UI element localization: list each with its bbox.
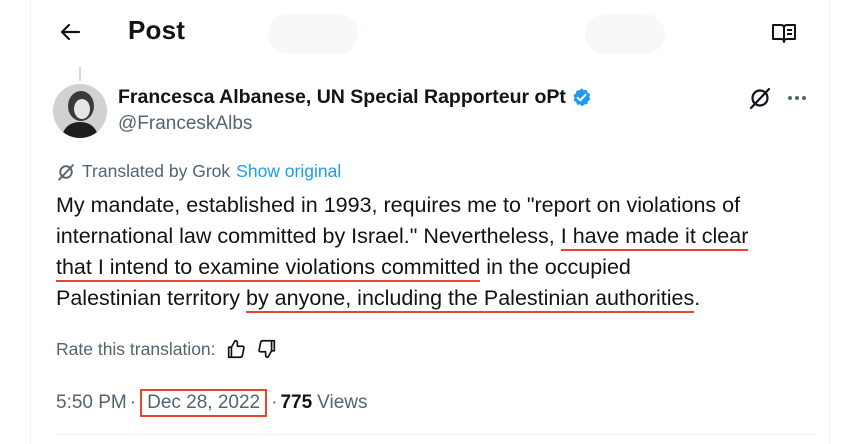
thumbs-up-icon bbox=[227, 339, 245, 359]
grok-icon bbox=[56, 162, 76, 182]
post-meta: 5:50 PM · Dec 28, 2022 · 775 Views bbox=[56, 389, 368, 417]
highlighted-text: that I intend to examine violations comm… bbox=[56, 255, 481, 282]
grok-button[interactable] bbox=[746, 84, 774, 112]
more-dots-icon bbox=[788, 96, 806, 100]
back-button[interactable] bbox=[54, 16, 86, 48]
verified-badge-icon bbox=[571, 87, 592, 108]
show-original-link[interactable]: Show original bbox=[236, 161, 341, 182]
post-time[interactable]: 5:50 PM bbox=[56, 392, 127, 414]
post-line: Palestinian territory by anyone, includi… bbox=[56, 283, 826, 314]
highlighted-text: I have made it clear bbox=[560, 224, 749, 251]
translation-notice: Translated by Grok Show original bbox=[56, 161, 341, 182]
right-border bbox=[829, 0, 830, 444]
post-body: My mandate, established in 1993, require… bbox=[56, 190, 826, 314]
views-count: 775 bbox=[280, 392, 313, 413]
back-arrow-icon bbox=[60, 23, 81, 41]
page-title: Post bbox=[128, 15, 186, 45]
thumbs-down-icon bbox=[257, 339, 275, 359]
post-date[interactable]: Dec 28, 2022 bbox=[140, 389, 268, 417]
separator-dot: · bbox=[271, 392, 278, 413]
reader-mode-button[interactable] bbox=[768, 18, 800, 48]
rate-translation: Rate this translation: bbox=[56, 338, 278, 360]
more-options-button[interactable] bbox=[783, 84, 811, 112]
avatar[interactable] bbox=[53, 84, 107, 138]
author-name-text: Francesca Albanese, UN Special Rapporteu… bbox=[118, 86, 566, 108]
post-line: that I intend to examine violations comm… bbox=[56, 252, 826, 283]
rate-translation-label: Rate this translation: bbox=[56, 338, 216, 359]
post-line: international law committed by Israel." … bbox=[56, 221, 826, 252]
thumbs-up-button[interactable] bbox=[225, 338, 247, 360]
views-label: Views bbox=[317, 392, 368, 413]
author-handle[interactable]: @FranceskAlbs bbox=[118, 113, 252, 135]
translated-by-label: Translated by Grok bbox=[82, 161, 231, 181]
left-border bbox=[30, 0, 31, 444]
post-line: My mandate, established in 1993, require… bbox=[56, 193, 741, 217]
separator-dot: · bbox=[129, 392, 137, 413]
book-icon bbox=[772, 24, 796, 43]
avatar-photo-icon bbox=[53, 84, 107, 138]
grok-icon bbox=[749, 87, 771, 110]
thread-connector-line bbox=[79, 67, 81, 81]
top-bar: Post bbox=[30, 0, 830, 64]
divider bbox=[56, 434, 816, 435]
highlighted-text: by anyone, including the Palestinian aut… bbox=[246, 286, 695, 313]
author-name[interactable]: Francesca Albanese, UN Special Rapporteu… bbox=[118, 86, 592, 109]
thumbs-down-button[interactable] bbox=[256, 338, 278, 360]
